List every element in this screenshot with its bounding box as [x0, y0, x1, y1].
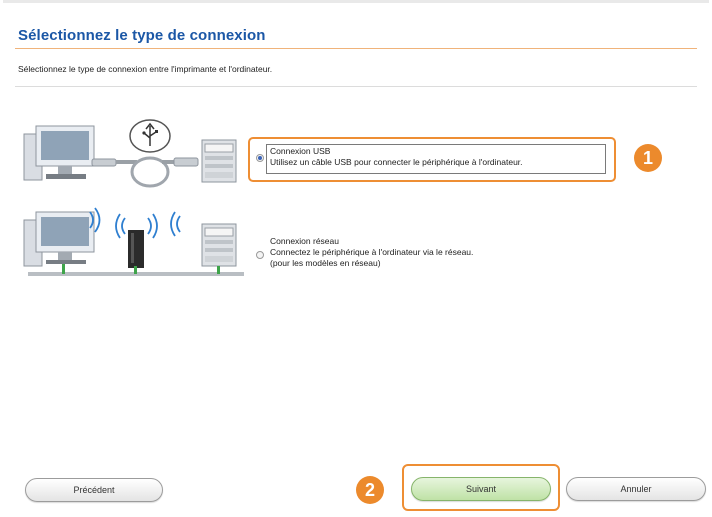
network-option-description: Connectez le périphérique à l'ordinateur…: [270, 247, 474, 257]
usb-option-description: Utilisez un câble USB pour connecter le …: [270, 157, 523, 167]
network-option-label: Connexion réseau: [270, 236, 339, 246]
printer-icon: [201, 223, 237, 267]
page-subtitle: Sélectionnez le type de connexion entre …: [18, 64, 273, 74]
usb-symbol-icon: [129, 119, 171, 153]
top-border: [3, 0, 709, 3]
printer-icon: [201, 139, 237, 183]
step-2-badge: 2: [356, 476, 384, 504]
network-connection-option[interactable]: Connexion réseau Connectez le périphériq…: [256, 236, 473, 269]
network-radio-button[interactable]: [256, 251, 264, 259]
usb-radio-button[interactable]: [256, 154, 264, 162]
network-connection-illustration: [22, 200, 252, 285]
network-option-note: (pour les modèles en réseau): [270, 258, 381, 268]
step-1-badge: 1: [634, 144, 662, 172]
router-icon: [128, 230, 144, 268]
usb-option-label: Connexion USB: [270, 146, 331, 156]
section-divider: [15, 86, 697, 87]
usb-connection-option[interactable]: Connexion USB Utilisez un câble USB pour…: [256, 146, 523, 168]
cancel-button[interactable]: Annuler: [566, 477, 706, 501]
usb-connection-illustration: [22, 116, 242, 196]
usb-cable-icon: [91, 156, 199, 188]
computer-icon: [23, 125, 95, 181]
next-button[interactable]: Suivant: [411, 477, 551, 501]
title-divider: [15, 48, 697, 49]
page-title: Sélectionnez le type de connexion: [18, 27, 266, 44]
computer-icon: [23, 211, 95, 267]
previous-button[interactable]: Précédent: [25, 478, 163, 502]
